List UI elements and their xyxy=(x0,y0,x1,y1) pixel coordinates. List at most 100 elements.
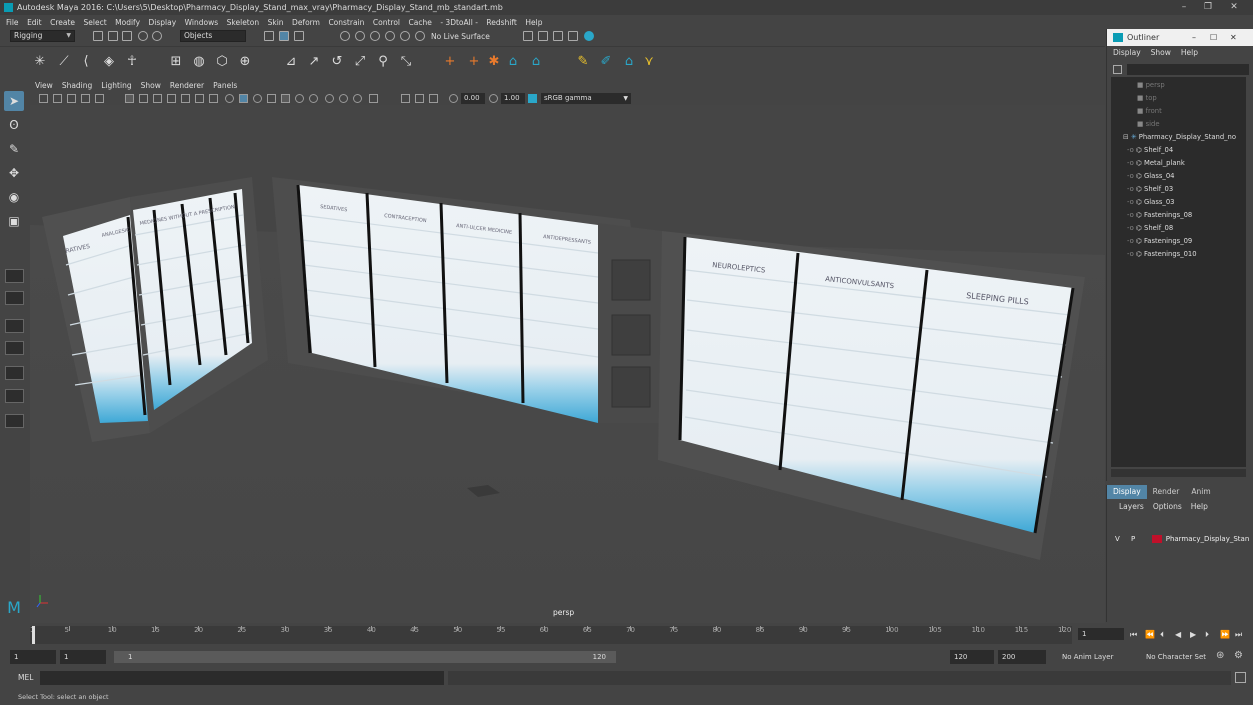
step-back-frame-icon[interactable]: ⏴ xyxy=(1160,630,1164,640)
mel-label[interactable]: MEL xyxy=(18,673,33,682)
gamma-icon[interactable] xyxy=(489,94,498,103)
use-all-lights-icon[interactable] xyxy=(281,94,290,103)
outliner-item-mesh[interactable]: -o ⌬ Glass_03 xyxy=(1111,196,1246,209)
menu-windows[interactable]: Windows xyxy=(185,18,218,27)
lattice-icon[interactable]: ⊞ xyxy=(168,54,184,70)
menu-select[interactable]: Select xyxy=(84,18,107,27)
menu-3dtoall[interactable]: - 3DtoAll - xyxy=(440,18,478,27)
constraint-point-icon[interactable]: ⊿ xyxy=(283,54,299,70)
gamma-field[interactable]: 1.00 xyxy=(501,93,525,104)
paint-weights-icon[interactable]: ✎ xyxy=(575,54,591,70)
outliner-menu-show[interactable]: Show xyxy=(1151,48,1171,57)
outliner-item-camera[interactable]: ■ front xyxy=(1111,105,1246,118)
menu-file[interactable]: File xyxy=(6,18,19,27)
ipr-render-icon[interactable] xyxy=(553,31,563,41)
menu-redshift[interactable]: Redshift xyxy=(486,18,516,27)
paint-select-tool-icon[interactable]: ✎ xyxy=(4,139,24,159)
cubby-column[interactable] xyxy=(598,223,662,423)
play-forwards-icon[interactable]: ▶ xyxy=(1190,630,1196,639)
play-backwards-icon[interactable]: ◀ xyxy=(1175,630,1181,639)
layer-playback-toggle[interactable]: P xyxy=(1131,535,1135,543)
menu-skeleton[interactable]: Skeleton xyxy=(227,18,259,27)
outliner-item-mesh[interactable]: -o ⌬ Shelf_04 xyxy=(1111,144,1246,157)
character-set-dropdown[interactable]: No Character Set xyxy=(1142,650,1214,664)
persp-outliner-layout-icon[interactable] xyxy=(5,319,24,333)
anim-layer-dropdown[interactable]: No Anim Layer xyxy=(1058,650,1138,664)
joint-tool-icon[interactable]: ✳ xyxy=(32,54,48,70)
live-surface-field[interactable]: No Live Surface xyxy=(431,32,490,41)
outliner-close-icon[interactable]: ✕ xyxy=(1230,33,1237,42)
hypershade-icon[interactable] xyxy=(584,31,594,41)
snap-vertex-icon[interactable] xyxy=(415,31,425,41)
layer-name[interactable]: Pharmacy_Display_Stan xyxy=(1166,535,1250,543)
menu-modify[interactable]: Modify xyxy=(115,18,140,27)
menu-deform[interactable]: Deform xyxy=(292,18,320,27)
blendshape-icon[interactable]: ⌂ xyxy=(505,54,521,70)
move-tool-icon[interactable]: ✥ xyxy=(4,163,24,183)
current-frame-field[interactable]: 1 xyxy=(1078,628,1124,640)
menu-set-dropdown[interactable]: Rigging ▼ xyxy=(10,30,75,42)
outliner-menu-display[interactable]: Display xyxy=(1113,48,1141,57)
locator-icon[interactable]: + xyxy=(442,54,458,70)
persp-uv-layout-icon[interactable] xyxy=(5,389,24,403)
new-scene-icon[interactable] xyxy=(93,31,103,41)
menu-help[interactable]: Help xyxy=(525,18,542,27)
image-plane-icon[interactable] xyxy=(81,94,90,103)
redo-icon[interactable] xyxy=(152,31,162,41)
constraint-orient-icon[interactable]: ↺ xyxy=(329,54,345,70)
select-camera-icon[interactable] xyxy=(39,94,48,103)
shadows-icon[interactable] xyxy=(295,94,304,103)
current-time-marker[interactable] xyxy=(32,626,35,644)
snap-grid-icon[interactable] xyxy=(340,31,350,41)
time-slider[interactable]: 1510152025303540455055606570758085909510… xyxy=(0,623,1253,647)
outliner-menu-help[interactable]: Help xyxy=(1181,48,1198,57)
gate-mask-icon[interactable] xyxy=(167,94,176,103)
persp-graph-layout-icon[interactable] xyxy=(5,341,24,355)
color-management-icon[interactable] xyxy=(528,94,537,103)
film-gate-icon[interactable] xyxy=(139,94,148,103)
outliner-item-group[interactable]: ⊟ ✳ Pharmacy_Display_Stand_no xyxy=(1111,131,1246,144)
scale-tool-icon[interactable]: ▣ xyxy=(4,211,24,231)
outliner-list[interactable]: ■ persp ■ top ■ front ■ side ⊟ ✳ Pharmacy_Di… xyxy=(1111,77,1246,467)
set-driven-key-icon[interactable]: ✱ xyxy=(486,54,502,70)
anti-aliasing-icon[interactable] xyxy=(339,94,348,103)
snap-curve-icon[interactable] xyxy=(355,31,365,41)
outliner-item-camera[interactable]: ■ side xyxy=(1111,118,1246,131)
humanik-icon[interactable]: ☥ xyxy=(124,54,140,70)
rotate-tool-icon[interactable]: ◉ xyxy=(4,187,24,207)
ik-handle-icon[interactable]: ⟋ xyxy=(56,54,72,70)
outliner-item-mesh[interactable]: -o ⌬ Metal_plank xyxy=(1111,157,1246,170)
four-view-layout-icon[interactable] xyxy=(5,291,24,305)
selection-mode-dropdown[interactable]: Objects xyxy=(180,30,246,42)
select-component-icon[interactable] xyxy=(294,31,304,41)
xray-icon[interactable] xyxy=(401,94,410,103)
layer-visibility-toggle[interactable]: V xyxy=(1115,535,1120,543)
select-hierarchy-icon[interactable] xyxy=(264,31,274,41)
outliner-item-mesh[interactable]: -o ⌬ Fastenings_08 xyxy=(1111,209,1246,222)
camera-attributes-icon[interactable] xyxy=(53,94,62,103)
restore-icon[interactable]: ❐ xyxy=(1196,0,1220,15)
hypershade-layout-icon[interactable] xyxy=(5,366,24,380)
layer-tab-render[interactable]: Render xyxy=(1147,485,1186,499)
single-perspective-layout-icon[interactable] xyxy=(5,269,24,283)
color-space-dropdown[interactable]: sRGB gamma ▼ xyxy=(541,93,631,104)
safe-action-icon[interactable] xyxy=(195,94,204,103)
outliner-item-mesh[interactable]: -o ⌬ Shelf_08 xyxy=(1111,222,1246,235)
playback-end-field[interactable]: 120 xyxy=(950,650,994,664)
go-to-end-icon[interactable]: ⏭ xyxy=(1235,630,1242,640)
outliner-search-input[interactable] xyxy=(1127,64,1249,75)
lasso-tool-icon[interactable]: ʘ xyxy=(4,115,24,135)
viewport-menu-lighting[interactable]: Lighting xyxy=(101,81,131,90)
constraint-parent-icon[interactable]: ⚲ xyxy=(375,54,391,70)
textured-icon[interactable] xyxy=(267,94,276,103)
outliner-item-mesh[interactable]: -o ⌬ Glass_04 xyxy=(1111,170,1246,183)
auto-key-icon[interactable]: ⊛ xyxy=(1216,650,1224,661)
xray-active-icon[interactable] xyxy=(415,94,424,103)
outliner-item-mesh[interactable]: -o ⌬ Fastenings_09 xyxy=(1111,235,1246,248)
layer-menu-help[interactable]: Help xyxy=(1191,502,1208,511)
step-forward-key-icon[interactable]: ⏩ xyxy=(1220,630,1230,639)
depth-of-field-icon[interactable] xyxy=(353,94,362,103)
range-slider[interactable]: 1 120 xyxy=(114,651,616,663)
select-object-icon[interactable] xyxy=(279,31,289,41)
outliner-item-camera[interactable]: ■ persp xyxy=(1111,79,1246,92)
